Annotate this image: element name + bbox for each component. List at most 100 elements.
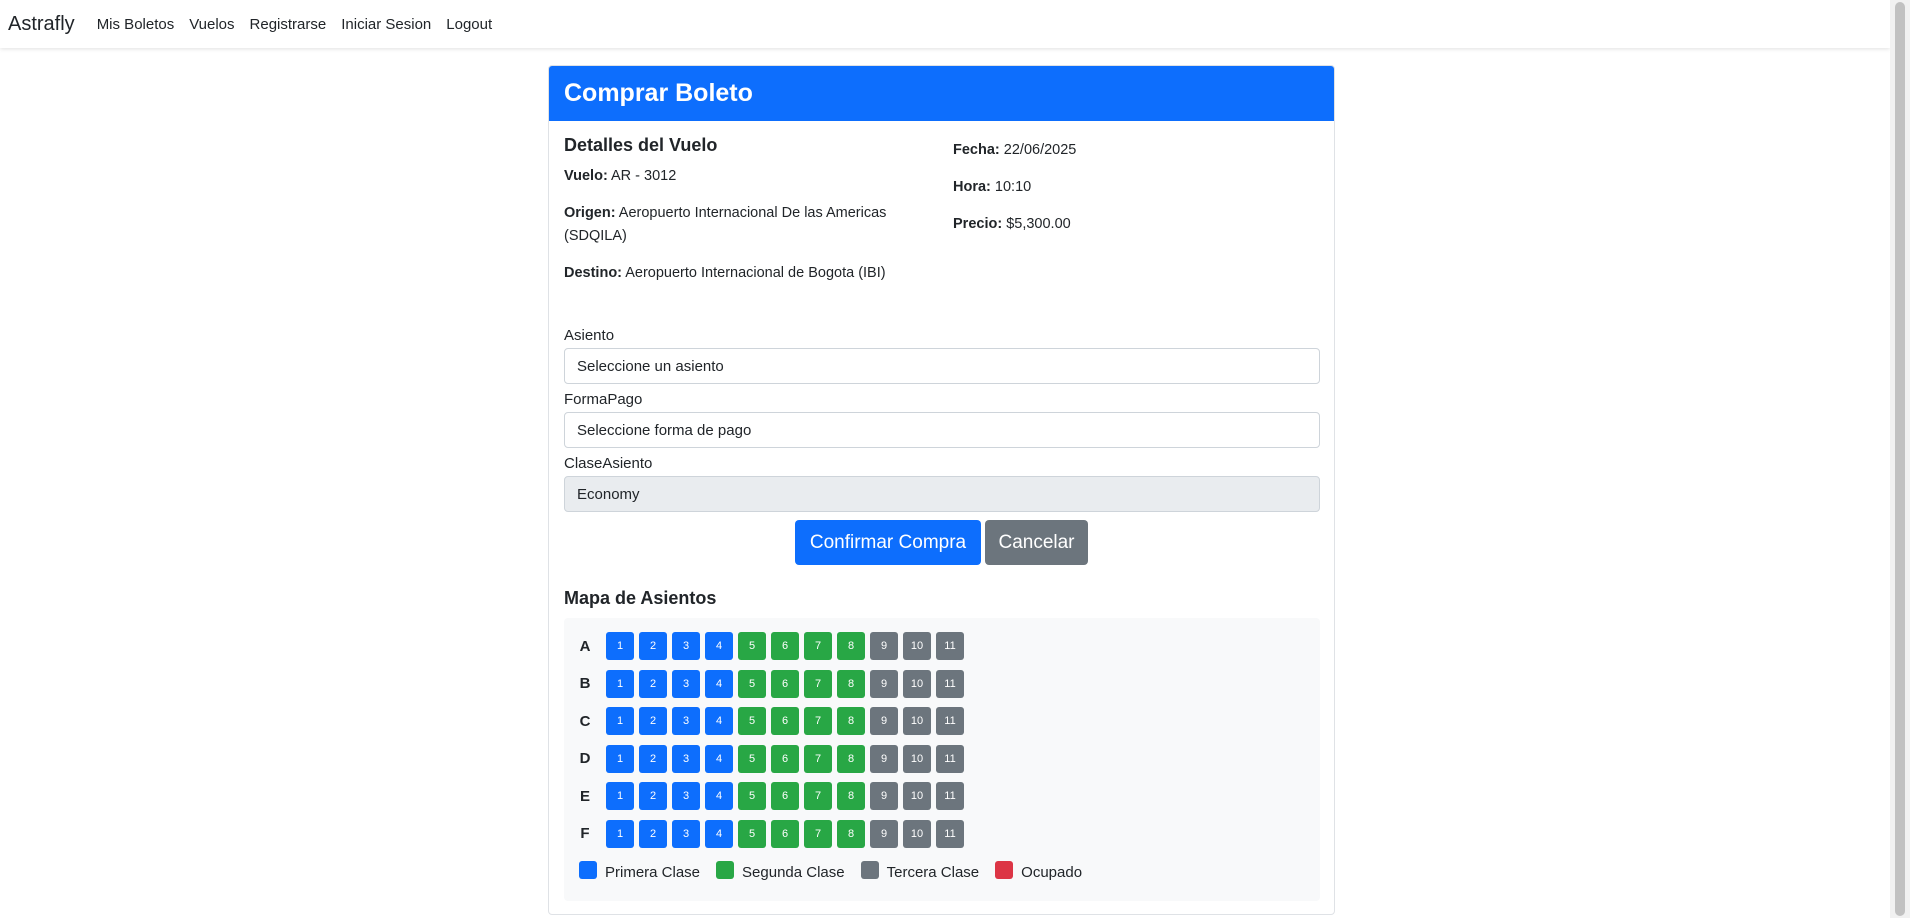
seat-row-e: E 1 2 3 4 5 6 7 8 9 10 11 — [564, 781, 969, 811]
seat-b-11[interactable]: 11 — [936, 669, 964, 698]
seat-row-d: D 1 2 3 4 5 6 7 8 9 10 11 — [564, 744, 969, 774]
formapago-label: FormaPago — [564, 391, 643, 408]
seat-map: Primera Clase Segunda Clase Tercera Clas… — [564, 618, 1320, 901]
asiento-select[interactable]: Seleccione un asiento — [564, 348, 1320, 384]
seat-c-4[interactable]: 4 — [705, 707, 733, 735]
vertical-scrollbar[interactable] — [1890, 0, 1910, 918]
seat-c-10[interactable]: 10 — [903, 707, 931, 735]
seat-a-8[interactable]: 8 — [837, 632, 865, 660]
seat-f-9[interactable]: 9 — [870, 819, 898, 848]
seat-b-4[interactable]: 4 — [705, 669, 733, 698]
seat-b-10[interactable]: 10 — [903, 669, 931, 698]
seat-d-6[interactable]: 6 — [771, 744, 799, 773]
seat-c-7[interactable]: 7 — [804, 707, 832, 735]
detail-vuelo: Vuelo: AR - 3012 — [564, 165, 939, 188]
seat-row-label: C — [579, 712, 591, 730]
seat-b-7[interactable]: 7 — [804, 669, 832, 698]
seat-e-6[interactable]: 6 — [771, 782, 799, 810]
seat-c-9[interactable]: 9 — [870, 707, 898, 735]
seat-e-1[interactable]: 1 — [606, 782, 634, 810]
formapago-select[interactable]: Seleccione forma de pago — [564, 412, 1320, 448]
seat-f-6[interactable]: 6 — [771, 819, 799, 848]
seat-e-9[interactable]: 9 — [870, 782, 898, 810]
seat-e-2[interactable]: 2 — [639, 782, 667, 810]
seat-e-8[interactable]: 8 — [837, 782, 865, 810]
seat-d-1[interactable]: 1 — [606, 744, 634, 773]
detail-destino: Destino: Aeropuerto Internacional de Bog… — [564, 262, 939, 285]
seat-c-8[interactable]: 8 — [837, 707, 865, 735]
legend-ocupado: Ocupado — [995, 860, 1082, 881]
seat-a-9[interactable]: 9 — [870, 632, 898, 660]
seat-f-8[interactable]: 8 — [837, 819, 865, 848]
seat-c-6[interactable]: 6 — [771, 707, 799, 735]
legend-primera: Primera Clase — [579, 860, 700, 881]
nav-link-logout[interactable]: Logout — [446, 16, 492, 33]
detail-origen: Origen: Aeropuerto Internacional De las … — [564, 202, 939, 248]
fecha-value: 22/06/2025 — [1003, 142, 1077, 158]
seat-b-6[interactable]: 6 — [771, 669, 799, 698]
seat-b-1[interactable]: 1 — [606, 669, 634, 698]
nav-link-mis-boletos[interactable]: Mis Boletos — [97, 16, 175, 33]
seat-b-9[interactable]: 9 — [870, 669, 898, 698]
seat-d-8[interactable]: 8 — [837, 744, 865, 773]
seat-e-3[interactable]: 3 — [672, 782, 700, 810]
seat-b-5[interactable]: 5 — [738, 669, 766, 698]
seat-d-4[interactable]: 4 — [705, 744, 733, 773]
seat-a-2[interactable]: 2 — [639, 632, 667, 660]
seat-c-5[interactable]: 5 — [738, 707, 766, 735]
seat-c-1[interactable]: 1 — [606, 707, 634, 735]
seat-f-5[interactable]: 5 — [738, 819, 766, 848]
legend-swatch-primera — [579, 860, 597, 879]
seat-d-7[interactable]: 7 — [804, 744, 832, 773]
seat-d-11[interactable]: 11 — [936, 744, 964, 773]
seat-a-3[interactable]: 3 — [672, 632, 700, 660]
seat-b-8[interactable]: 8 — [837, 669, 865, 698]
flight-details-left: Detalles del Vuelo Vuelo: AR - 3012 Orig… — [564, 135, 939, 299]
seat-map-title: Mapa de Asientos — [564, 588, 717, 608]
seat-f-2[interactable]: 2 — [639, 819, 667, 848]
scrollbar-thumb[interactable] — [1895, 2, 1905, 916]
seat-a-5[interactable]: 5 — [738, 632, 766, 660]
seat-e-10[interactable]: 10 — [903, 782, 931, 810]
brand-logo[interactable]: Astrafly — [8, 13, 75, 36]
seat-d-10[interactable]: 10 — [903, 744, 931, 773]
seat-row-label: E — [579, 787, 590, 805]
seat-a-10[interactable]: 10 — [903, 632, 931, 660]
seat-b-2[interactable]: 2 — [639, 669, 667, 698]
seat-e-11[interactable]: 11 — [936, 782, 964, 810]
seat-e-4[interactable]: 4 — [705, 782, 733, 810]
seat-f-10[interactable]: 10 — [903, 819, 931, 848]
seat-c-2[interactable]: 2 — [639, 707, 667, 735]
seat-d-3[interactable]: 3 — [672, 744, 700, 773]
nav-link-registrarse[interactable]: Registrarse — [250, 16, 327, 33]
seat-f-3[interactable]: 3 — [672, 819, 700, 848]
seat-a-4[interactable]: 4 — [705, 632, 733, 660]
seat-a-6[interactable]: 6 — [771, 632, 799, 660]
seat-f-7[interactable]: 7 — [804, 819, 832, 848]
seat-row-f: F 1 2 3 4 5 6 7 8 9 10 11 — [564, 819, 969, 849]
seat-d-5[interactable]: 5 — [738, 744, 766, 773]
vuelo-label: Vuelo: — [564, 168, 608, 184]
seat-e-5[interactable]: 5 — [738, 782, 766, 810]
detail-hora: Hora: 10:10 — [953, 176, 1313, 199]
seat-a-11[interactable]: 11 — [936, 632, 964, 660]
seat-f-1[interactable]: 1 — [606, 819, 634, 848]
cancel-button[interactable]: Cancelar — [985, 520, 1088, 565]
nav-link-vuelos[interactable]: Vuelos — [189, 16, 234, 33]
seat-c-3[interactable]: 3 — [672, 707, 700, 735]
seat-f-4[interactable]: 4 — [705, 819, 733, 848]
seat-a-7[interactable]: 7 — [804, 632, 832, 660]
seat-d-2[interactable]: 2 — [639, 744, 667, 773]
clase-asiento-field: Economy — [564, 476, 1320, 512]
seat-e-7[interactable]: 7 — [804, 782, 832, 810]
seat-c-11[interactable]: 11 — [936, 707, 964, 735]
destino-label: Destino: — [564, 265, 622, 281]
confirm-purchase-button[interactable]: Confirmar Compra — [795, 520, 981, 565]
seat-a-1[interactable]: 1 — [606, 632, 634, 660]
seat-d-9[interactable]: 9 — [870, 744, 898, 773]
seat-f-11[interactable]: 11 — [936, 819, 964, 848]
nav-link-iniciar-sesion[interactable]: Iniciar Sesion — [341, 16, 431, 33]
fecha-label: Fecha: — [953, 142, 1000, 158]
details-title: Detalles del Vuelo — [564, 135, 718, 155]
seat-b-3[interactable]: 3 — [672, 669, 700, 698]
